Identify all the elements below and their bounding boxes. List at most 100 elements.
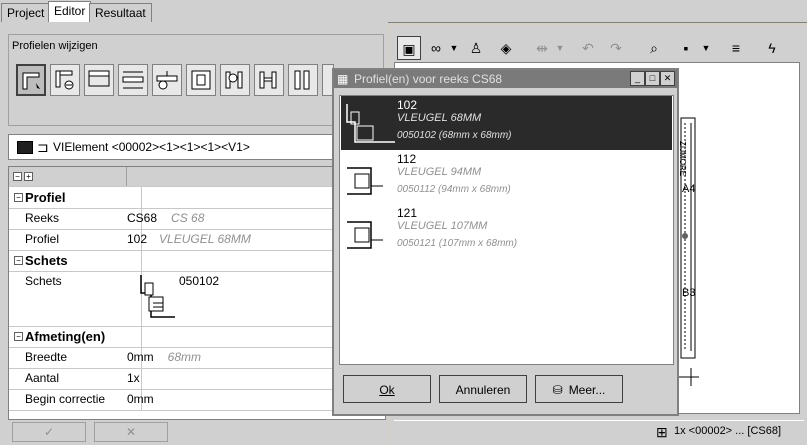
undo-icon: ↶ — [582, 40, 594, 56]
row-breedte[interactable]: Breedte 0mm 68mm — [9, 347, 385, 369]
more-button[interactable]: ⛁ Meer... — [535, 375, 623, 403]
profile-tool-1-button[interactable] — [16, 64, 46, 96]
profile-code: 121 — [397, 206, 418, 220]
dimension-button[interactable]: ⇹ — [530, 36, 554, 60]
align-icon: ≡ — [731, 40, 741, 56]
select-frame-button[interactable]: ▣ — [397, 36, 421, 60]
profile-item-102[interactable]: 102 VLEUGEL 68MM 0050102 (68mm x 68mm) — [341, 96, 672, 150]
profile-h-icon — [259, 71, 277, 89]
row-label: Profiel — [9, 229, 142, 250]
cancel-button[interactable]: Annuleren — [439, 375, 527, 403]
row-reeks[interactable]: Reeks CS68 CS 68 — [9, 208, 385, 230]
property-grid: − + − Profiel Reeks CS68 CS 68 Profiel 10… — [8, 166, 386, 420]
maximize-button[interactable]: □ — [645, 71, 660, 86]
profile-121-sketch-icon — [347, 221, 383, 249]
redo-icon: ↷ — [610, 40, 622, 56]
profile-item-121[interactable]: 121 VLEUGEL 107MM 0050121 (107mm x 68mm) — [341, 204, 672, 258]
profile-split-icon — [156, 71, 178, 90]
group-title: Profielen wijzigen — [12, 40, 98, 52]
dimension-dropdown-button[interactable]: ▼ — [554, 36, 566, 60]
view-dropdown-button[interactable]: ▼ — [448, 36, 460, 60]
category-label: Afmeting(en) — [9, 326, 142, 347]
discard-button[interactable]: ✕ — [94, 422, 168, 442]
frame-dropdown-button[interactable]: ▼ — [700, 36, 712, 60]
profile-tool-5-button[interactable] — [152, 64, 182, 96]
status-text: 1x <00002> ... [CS68] — [674, 425, 782, 437]
category-schets[interactable]: − Schets — [9, 250, 385, 272]
apply-button[interactable]: ✓ — [12, 422, 86, 442]
layers-button[interactable]: ◈ — [494, 36, 518, 60]
profile-tool-2-button[interactable] — [50, 64, 80, 96]
color-swatch — [17, 141, 33, 154]
view-glasses-button[interactable]: ∞ — [424, 36, 448, 60]
frame-icon: ▣ — [402, 41, 416, 57]
category-label: Profiel — [9, 187, 142, 208]
glasses-icon: ∞ — [431, 40, 441, 56]
close-button[interactable]: ✕ — [660, 71, 675, 86]
profile-112-sketch-icon — [347, 167, 383, 195]
undo-button[interactable]: ↶ — [576, 36, 600, 60]
align-button[interactable]: ≡ — [724, 36, 748, 60]
tab-editor[interactable]: Editor — [48, 1, 92, 23]
person-view-button[interactable]: ♙ — [464, 36, 488, 60]
row-label: Aantal — [9, 368, 142, 389]
row-label: Reeks — [9, 208, 142, 229]
ok-label: Ok — [379, 383, 395, 397]
expand-all-icon[interactable]: + — [24, 172, 33, 181]
profile-desc: 0050112 (94mm x 68mm) — [397, 184, 511, 195]
category-label: Schets — [9, 250, 142, 271]
profile-tool-6-button[interactable] — [186, 64, 216, 96]
ok-button[interactable]: Ok — [343, 375, 431, 403]
dimension-icon: ⇹ — [536, 40, 548, 56]
box-icon: ▪ — [683, 40, 689, 56]
cancel-label: Annuleren — [455, 383, 511, 397]
row-profiel[interactable]: Profiel 102 VLEUGEL 68MM — [9, 229, 385, 251]
label-b3: B3 — [682, 287, 696, 299]
more-label: Meer... — [568, 383, 606, 397]
row-label: Schets — [9, 271, 142, 326]
category-profiel[interactable]: − Profiel — [9, 187, 385, 209]
row-hint: 68mm — [167, 350, 202, 364]
profile-list: 102 VLEUGEL 68MM 0050102 (68mm x 68mm) 1… — [339, 95, 674, 365]
grid-divider — [126, 167, 127, 186]
profile-item-112[interactable]: 112 VLEUGEL 94MM 0050112 (94mm x 68mm) — [341, 150, 672, 204]
sketch-preview-icon — [140, 275, 175, 318]
profile-102-sketch-icon — [346, 104, 395, 143]
profile-tool-4-button[interactable] — [118, 64, 148, 96]
status-bar: ⊞ 1x <00002> ... [CS68] — [394, 420, 804, 443]
zoom-icon: ⌕ — [650, 40, 658, 56]
profile-remove-icon — [55, 70, 74, 90]
check-icon: ✓ — [43, 425, 55, 439]
chevron-down-icon: ▼ — [449, 43, 459, 53]
collapse-all-icon[interactable]: − — [13, 172, 22, 181]
profile-name: VLEUGEL 107MM — [397, 220, 488, 232]
category-afmeting[interactable]: − Afmeting(en) — [9, 326, 385, 348]
row-schets[interactable]: Schets 050102 — [9, 271, 385, 327]
zoom-button[interactable]: ⌕ — [642, 36, 666, 60]
tab-resultaat[interactable]: Resultaat — [89, 3, 152, 22]
profile-tool-3-button[interactable] — [84, 64, 114, 96]
row-value: CS68 CS 68 — [127, 211, 205, 225]
chevron-down-icon: ▼ — [555, 43, 565, 53]
minimize-button[interactable]: _ — [630, 71, 645, 86]
calculate-button[interactable]: ϟ — [760, 36, 784, 60]
grid-toolbar: − + — [9, 167, 385, 187]
profile-frame-icon — [191, 70, 211, 90]
dim-label: ZIJMORE — [678, 141, 687, 177]
row-aantal[interactable]: Aantal 1x — [9, 368, 385, 390]
redo-button[interactable]: ↷ — [604, 36, 628, 60]
lightning-icon: ϟ — [768, 40, 776, 56]
profile-tool-7-button[interactable] — [220, 64, 250, 96]
dialog-title: Profiel(en) voor reeks CS68 — [354, 72, 503, 86]
profile-tool-9-button[interactable] — [288, 64, 318, 96]
tab-project[interactable]: Project — [1, 3, 51, 22]
cross-icon: ✕ — [125, 425, 137, 439]
row-begin-correctie[interactable]: Begin correctie 0mm — [9, 389, 385, 411]
profile-name: VLEUGEL 68MM — [397, 112, 482, 124]
profile-tool-8-button[interactable] — [254, 64, 284, 96]
profile-corner-icon — [22, 72, 40, 90]
profile-desc: 0050102 (68mm x 68mm) — [397, 130, 512, 141]
table-icon: ▦ — [337, 72, 349, 86]
element-title: VIElement <00002><1><1><1><V1> — [53, 140, 250, 154]
frame-select-button[interactable]: ▪ — [674, 36, 698, 60]
